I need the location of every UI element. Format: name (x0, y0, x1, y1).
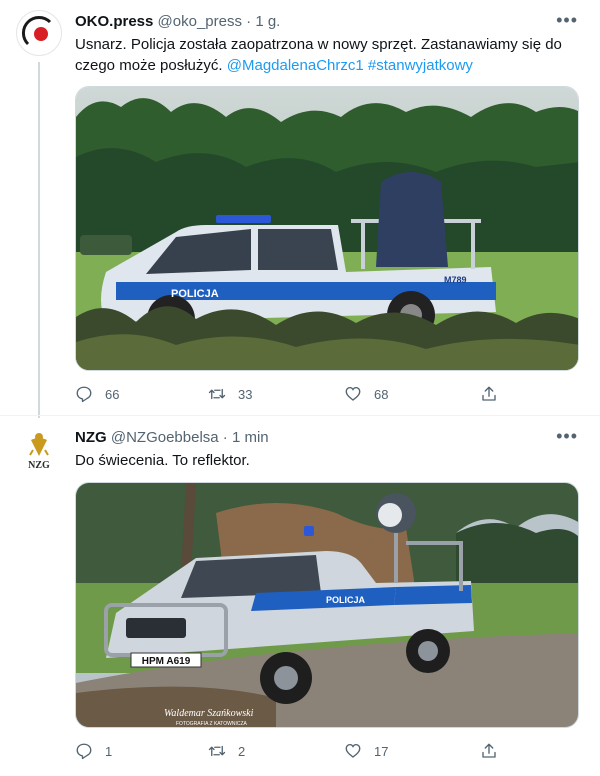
tweet-header: OKO.press @oko_press · 1 g. (75, 12, 280, 32)
avatar-text: NZG (28, 460, 50, 471)
more-icon[interactable]: ••• (556, 426, 578, 447)
tweet-header: NZG @NZGoebbelsa · 1 min (75, 428, 269, 448)
display-name[interactable]: NZG (75, 429, 107, 446)
retweet-icon (208, 745, 226, 757)
photo-plate-text: HPM A619 (142, 656, 191, 667)
user-handle[interactable]: @oko_press (158, 13, 242, 30)
photo-door-text: POLICJA (171, 288, 219, 300)
more-icon[interactable]: ••• (556, 10, 578, 31)
share-icon (482, 386, 496, 401)
reply-button[interactable]: 1 (75, 742, 112, 760)
oko-press-logo-icon (18, 12, 60, 54)
like-count: 17 (374, 743, 389, 759)
reply-count: 1 (105, 743, 113, 759)
like-icon (345, 386, 361, 401)
retweet-button[interactable]: 2 (208, 742, 245, 760)
tweet-photo[interactable]: POLICJA M789 (75, 86, 579, 371)
like-button[interactable]: 17 (344, 742, 388, 760)
reply-icon (76, 386, 92, 403)
retweet-button[interactable]: 33 (208, 385, 252, 403)
tweet-oko-press[interactable]: OKO.press @oko_press · 1 g. ••• Usnarz. … (0, 0, 600, 416)
police-pickup-photo: POLICJA M789 (76, 87, 578, 370)
like-icon (345, 743, 361, 758)
photo-door-text: POLICJA (326, 595, 366, 605)
nzg-eagle-logo-icon: NZG (16, 426, 62, 472)
mention-link[interactable]: @MagdalenaChrzc1 (227, 57, 364, 74)
like-count: 68 (374, 386, 389, 402)
photo-plate-text: M789 (444, 275, 467, 285)
like-button[interactable]: 68 (344, 385, 388, 403)
tweet-photo[interactable]: HPM A619 POLICJA Waldemar Szańkowski FOT… (75, 482, 579, 728)
tweet-nzg[interactable]: NZG NZG @NZGoebbelsa · 1 min ••• Do świe… (0, 416, 600, 776)
hashtag-link[interactable]: #stanwyjatkowy (368, 57, 473, 74)
tweet-text: Do świecenia. To reflektor. (75, 450, 580, 471)
user-handle[interactable]: @NZGoebbelsa (111, 429, 219, 446)
timestamp[interactable]: 1 min (232, 429, 269, 446)
avatar[interactable] (16, 10, 62, 56)
retweet-icon (208, 388, 226, 400)
tweet-actions: 1 2 17 (75, 742, 515, 762)
share-button[interactable] (480, 385, 498, 403)
reply-icon (76, 743, 92, 760)
share-icon (482, 743, 496, 758)
tweet-text: Usnarz. Policja została zaopatrzona w no… (75, 34, 580, 76)
retweet-count: 2 (238, 743, 246, 759)
separator: · (222, 429, 228, 446)
photo-watermark: Waldemar Szańkowski (164, 708, 254, 719)
tweet-actions: 66 33 68 (75, 385, 515, 405)
reply-count: 66 (105, 386, 120, 402)
display-name[interactable]: OKO.press (75, 13, 153, 30)
separator: · (246, 13, 252, 30)
photo-watermark-sub: FOTOGRAFIA Z KATOWNICZA (176, 721, 248, 727)
reply-button[interactable]: 66 (75, 385, 119, 403)
tweet-body: Do świecenia. To reflektor. (75, 452, 250, 469)
share-button[interactable] (480, 742, 498, 760)
avatar[interactable]: NZG (16, 426, 62, 472)
police-pickup-searchlight-photo: HPM A619 POLICJA Waldemar Szańkowski FOT… (76, 483, 578, 727)
timestamp[interactable]: 1 g. (255, 13, 280, 30)
retweet-count: 33 (238, 386, 253, 402)
